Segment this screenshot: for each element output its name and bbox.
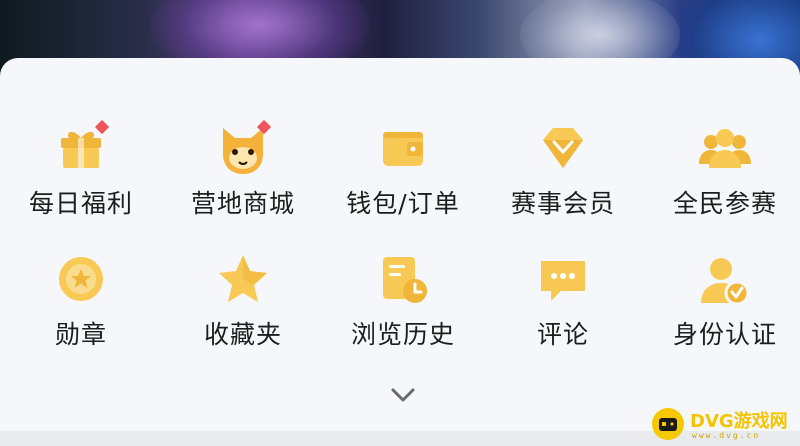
menu-item-label: 浏览历史 <box>350 320 455 349</box>
history-icon <box>383 257 427 303</box>
menu-item-browse-history[interactable]: 浏览历史 <box>328 251 478 371</box>
watermark-name: DVG游戏网 <box>690 411 788 432</box>
watermark-site: www.dvg.cn <box>692 431 761 440</box>
menu-item-label: 勋章 <box>54 320 107 349</box>
menu-item-daily-benefits[interactable]: 每日福利 <box>6 120 156 240</box>
cat-mascot-icon <box>223 120 271 174</box>
comment-icon <box>541 261 585 301</box>
menu-item-event-membership[interactable]: 赛事会员 <box>488 120 638 240</box>
menu-item-all-compete[interactable]: 全民参赛 <box>650 120 800 240</box>
menu-item-label: 评论 <box>536 320 589 349</box>
watermark-logo: DVG游戏网 www.dvg.cn <box>652 405 798 445</box>
menu-item-identity-verification[interactable]: 身份认证 <box>650 251 800 371</box>
verified-user-icon <box>701 258 750 306</box>
menu-item-camp-mall[interactable]: 营地商城 <box>168 120 318 240</box>
menu-item-medals[interactable]: 勋章 <box>6 251 156 371</box>
menu-item-label: 赛事会员 <box>510 189 615 218</box>
diamond-icon <box>543 128 583 168</box>
group-icon <box>699 129 751 168</box>
menu-item-label: 营地商城 <box>190 189 295 218</box>
menu-item-wallet-orders[interactable]: 钱包/订单 <box>328 120 478 240</box>
menu-sheet: 每日福利 营地商城 钱包/订单 赛事会员 全民参赛 勋章 收藏夹 浏览历史 评论… <box>0 58 800 446</box>
menu-item-label: 全民参赛 <box>672 189 777 218</box>
menu-row: 勋章 收藏夹 浏览历史 评论 身份认证 <box>0 251 800 371</box>
wallet-icon <box>383 132 423 166</box>
chevron-down-icon[interactable] <box>389 386 417 404</box>
menu-row: 每日福利 营地商城 钱包/订单 赛事会员 全民参赛 <box>0 120 800 240</box>
menu-item-label: 每日福利 <box>28 189 133 218</box>
gift-icon <box>61 120 109 168</box>
star-icon <box>219 255 267 302</box>
menu-item-label: 钱包/订单 <box>346 189 460 218</box>
menu-item-favorites[interactable]: 收藏夹 <box>168 251 318 371</box>
menu-item-label: 收藏夹 <box>203 320 282 349</box>
medal-icon <box>57 256 105 302</box>
gamepad-icon <box>652 408 684 440</box>
badge-dot <box>94 120 109 135</box>
menu-item-label: 身份认证 <box>672 320 777 349</box>
menu-item-comments[interactable]: 评论 <box>488 251 638 371</box>
